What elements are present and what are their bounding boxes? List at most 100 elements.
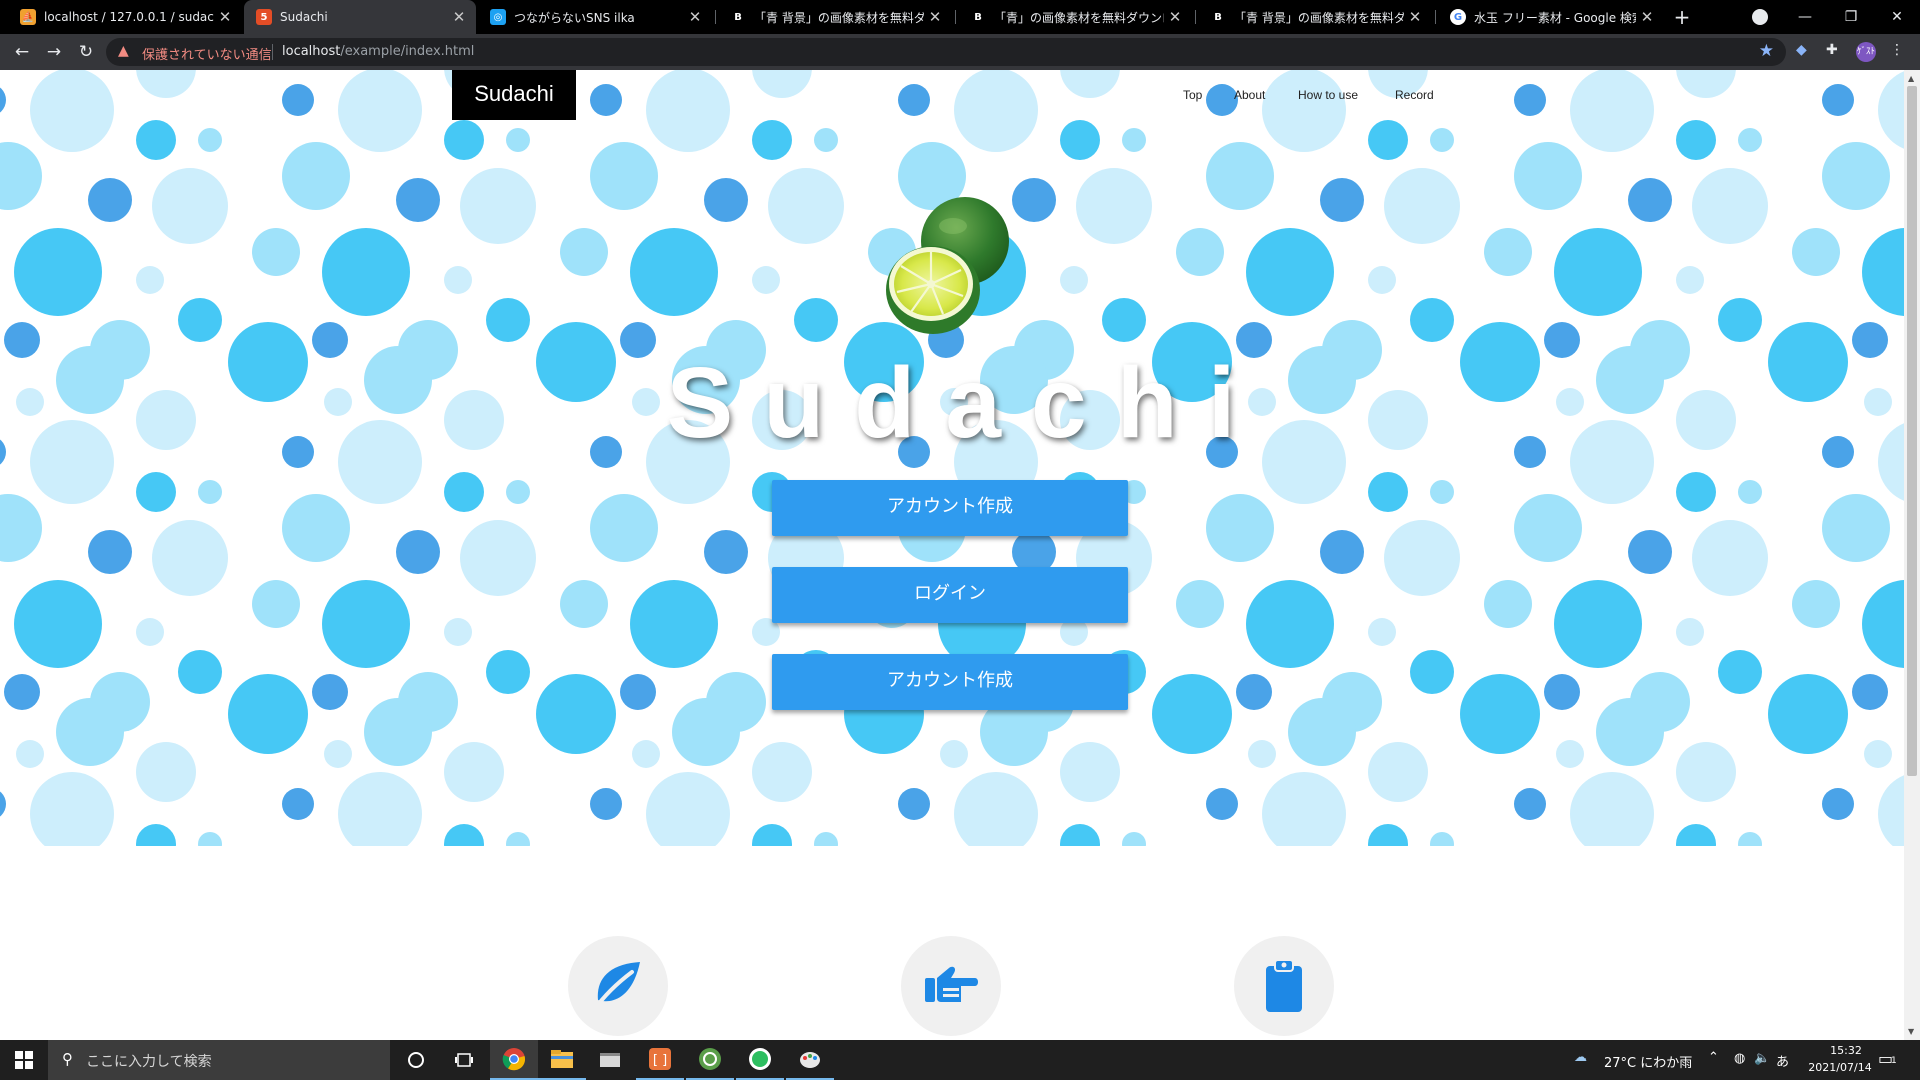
scroll-up-icon[interactable]: ▲ [1908, 74, 1914, 83]
ilka-favicon-icon: ◎ [490, 9, 506, 25]
tray-expand-chevron-icon[interactable]: ⌃ [1708, 1050, 1719, 1065]
tab-phpmyadmin[interactable]: ⛵ localhost / 127.0.0.1 / sudachi / s ✕ [8, 0, 242, 34]
restore-icon[interactable]: ❐ [1828, 0, 1874, 34]
chrome-menu-icon[interactable]: ⋮ [1890, 42, 1904, 58]
background-dot [1384, 520, 1460, 596]
close-tab-icon[interactable]: ✕ [924, 8, 946, 26]
ime-mode-indicator[interactable]: あ [1776, 1051, 1789, 1070]
background-dot [136, 824, 176, 846]
chrome-taskbar-icon[interactable] [490, 1040, 538, 1080]
background-dot [136, 120, 176, 160]
background-dot [752, 120, 792, 160]
tab-blue-2[interactable]: B 「青」の画像素材を無料ダウンロード ✕ [958, 0, 1192, 34]
close-tab-icon[interactable]: ✕ [214, 8, 236, 26]
background-dot [30, 772, 114, 846]
background-dot [768, 168, 844, 244]
nav-link-record[interactable]: Record [1395, 88, 1434, 102]
evernote-app-icon[interactable] [736, 1040, 784, 1080]
nav-link-about[interactable]: About [1234, 88, 1265, 102]
warning-triangle-icon[interactable]: ▲ [118, 43, 129, 59]
feature-clipboard [1234, 936, 1334, 1036]
bookmark-star-icon[interactable]: ★ [1759, 41, 1774, 61]
url-text[interactable]: localhost/example/index.html [282, 44, 474, 59]
background-dot [1822, 84, 1854, 116]
paint-app-icon[interactable] [786, 1040, 834, 1080]
window-app-icon [600, 1053, 620, 1067]
nav-link-how-to-use[interactable]: How to use [1298, 88, 1358, 102]
green-app-logo-icon [699, 1048, 721, 1070]
background-dot [444, 824, 484, 846]
background-dot [630, 580, 718, 668]
background-dot [1738, 832, 1762, 846]
taskbar-search-placeholder: ここに入力して検索 [86, 1054, 212, 1070]
close-tab-icon[interactable]: ✕ [448, 8, 470, 26]
brackets-editor-icon[interactable]: [ ] [636, 1040, 684, 1080]
background-dot [1368, 824, 1408, 846]
file-explorer-icon[interactable] [538, 1040, 586, 1080]
background-dot [56, 698, 124, 766]
create-account-button[interactable]: アカウント作成 [772, 480, 1128, 536]
close-tab-icon[interactable]: ✕ [1404, 8, 1426, 26]
site-logo[interactable]: Sudachi [452, 70, 576, 120]
background-dot [396, 178, 440, 222]
scroll-thumb[interactable] [1907, 86, 1917, 776]
new-tab-plus-icon[interactable]: + [1670, 5, 1694, 29]
security-status-label[interactable]: 保護されていない通信 [142, 44, 272, 63]
tab-title: Sudachi [280, 10, 328, 24]
background-dot [1864, 740, 1892, 768]
background-dot [1676, 824, 1716, 846]
tab-blue-bg-1[interactable]: B 「青 背景」の画像素材を無料ダウン ✕ [718, 0, 952, 34]
network-icon[interactable]: ◍ [1734, 1051, 1745, 1066]
terminal-app-icon[interactable] [586, 1040, 634, 1080]
clock-time[interactable]: 15:32 [1812, 1044, 1880, 1057]
close-tab-icon[interactable]: ✕ [1164, 8, 1186, 26]
close-tab-icon[interactable]: ✕ [684, 8, 706, 26]
background-dot [16, 740, 44, 768]
background-dot [1102, 298, 1146, 342]
b-favicon-icon: B [1210, 9, 1226, 25]
background-dot [1246, 228, 1334, 316]
tab-ilka[interactable]: ◎ つながらないSNS ilka ✕ [478, 0, 712, 34]
tab-google-search[interactable]: G 水玉 フリー素材 - Google 検索 ✕ [1438, 0, 1664, 34]
puzzle-extensions-icon[interactable]: ✚ [1826, 42, 1838, 58]
task-view-icon[interactable] [440, 1040, 488, 1080]
background-dot [1692, 520, 1768, 596]
login-button[interactable]: ログイン [772, 567, 1128, 623]
windows-taskbar: ⚲ ここに入力して検索 [ ] ☁ 27°C にわか雨 ⌃ ◍ 🔈 あ 15:3… [0, 1040, 1920, 1080]
background-dot [0, 87, 6, 113]
close-tab-icon[interactable]: ✕ [1636, 8, 1658, 26]
taskbar-search-box[interactable]: ⚲ ここに入力して検索 [48, 1040, 390, 1080]
forward-arrow-icon[interactable]: → [42, 40, 66, 64]
background-dot [1430, 128, 1454, 152]
background-dot [1862, 580, 1904, 668]
windows-start-button[interactable] [0, 1040, 48, 1080]
background-dot [1206, 788, 1238, 820]
tab-sudachi[interactable]: 5 Sudachi ✕ [244, 0, 476, 34]
tab-blue-bg-3[interactable]: B 「青 背景」の画像素材を無料ダウン ✕ [1198, 0, 1432, 34]
background-dot [1676, 472, 1716, 512]
folder-icon [551, 1050, 573, 1068]
close-window-icon[interactable]: ✕ [1874, 0, 1920, 34]
address-bar[interactable]: ▲ 保護されていない通信 localhost/example/index.htm… [106, 38, 1786, 66]
extension-icon[interactable]: ◆ [1796, 42, 1807, 58]
clock-date[interactable]: 2021/07/14 [1800, 1061, 1880, 1074]
page-scrollbar[interactable]: ▲ ▼ [1904, 70, 1920, 1040]
background-dot [1060, 266, 1088, 294]
back-arrow-icon[interactable]: ← [10, 40, 34, 64]
minimize-icon[interactable]: — [1782, 0, 1828, 34]
volume-icon[interactable]: 🔈 [1754, 1051, 1770, 1066]
tab-search-icon[interactable] [1752, 9, 1768, 25]
weather-cloud-icon[interactable]: ☁ [1574, 1050, 1587, 1065]
profile-avatar[interactable]: ｹﾞｽﾄ [1856, 42, 1876, 62]
background-dot [1368, 742, 1428, 802]
cortana-icon[interactable] [392, 1040, 440, 1080]
tab-separator [1435, 10, 1436, 24]
scroll-down-icon[interactable]: ▼ [1908, 1027, 1914, 1036]
create-account-button-secondary[interactable]: アカウント作成 [772, 654, 1128, 710]
nav-link-top[interactable]: Top [1183, 88, 1202, 102]
background-dot [1676, 70, 1736, 98]
reload-icon[interactable]: ↻ [74, 40, 98, 64]
background-dot [646, 772, 730, 846]
weather-text[interactable]: 27°C にわか雨 [1604, 1052, 1692, 1071]
xampp-app-icon[interactable] [686, 1040, 734, 1080]
